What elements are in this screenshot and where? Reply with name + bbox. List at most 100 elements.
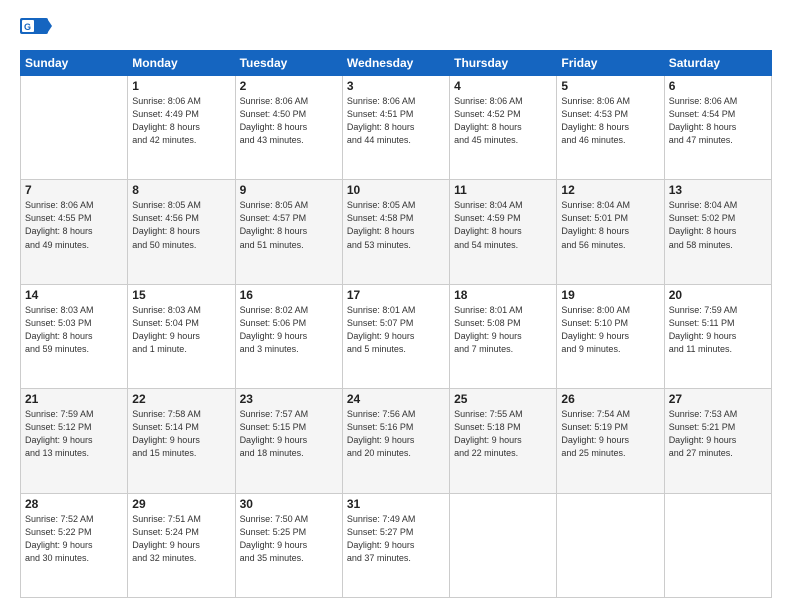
- calendar-cell: [450, 493, 557, 597]
- day-number: 14: [25, 288, 123, 302]
- calendar-cell: 12 Sunrise: 8:04 AMSunset: 5:01 PMDayligh…: [557, 180, 664, 284]
- calendar-cell: 9 Sunrise: 8:05 AMSunset: 4:57 PMDaylight…: [235, 180, 342, 284]
- day-info: Sunrise: 8:06 AMSunset: 4:51 PMDaylight:…: [347, 95, 445, 147]
- day-number: 2: [240, 79, 338, 93]
- calendar-cell: 17Sunrise: 8:01 AMSunset: 5:07 PMDayligh…: [342, 284, 449, 388]
- day-info: Sunrise: 7:49 AMSunset: 5:27 PMDaylight:…: [347, 513, 445, 565]
- day-number: 26: [561, 392, 659, 406]
- day-info: Sunrise: 8:06 AMSunset: 4:52 PMDaylight:…: [454, 95, 552, 147]
- calendar-cell: 24Sunrise: 7:56 AMSunset: 5:16 PMDayligh…: [342, 389, 449, 493]
- day-number: 24: [347, 392, 445, 406]
- day-info: Sunrise: 7:55 AMSunset: 5:18 PMDaylight:…: [454, 408, 552, 460]
- day-info: Sunrise: 8:05 AMSunset: 4:57 PMDaylight:…: [240, 199, 338, 251]
- calendar-week-row: 1 Sunrise: 8:06 AMSunset: 4:49 PMDaylight…: [21, 76, 772, 180]
- day-info: Sunrise: 7:53 AMSunset: 5:21 PMDaylight:…: [669, 408, 767, 460]
- logo-icon: G: [20, 18, 52, 40]
- day-number: 9: [240, 183, 338, 197]
- weekday-header: Wednesday: [342, 51, 449, 76]
- weekday-header: Saturday: [664, 51, 771, 76]
- day-info: Sunrise: 7:57 AMSunset: 5:15 PMDaylight:…: [240, 408, 338, 460]
- weekday-header: Monday: [128, 51, 235, 76]
- day-number: 4: [454, 79, 552, 93]
- calendar-cell: 13 Sunrise: 8:04 AMSunset: 5:02 PMDayligh…: [664, 180, 771, 284]
- calendar-cell: 10Sunrise: 8:05 AMSunset: 4:58 PMDayligh…: [342, 180, 449, 284]
- day-number: 23: [240, 392, 338, 406]
- calendar-cell: 26Sunrise: 7:54 AMSunset: 5:19 PMDayligh…: [557, 389, 664, 493]
- day-info: Sunrise: 8:04 AMSunset: 4:59 PMDaylight:…: [454, 199, 552, 251]
- calendar-table: SundayMondayTuesdayWednesdayThursdayFrid…: [20, 50, 772, 598]
- calendar-cell: 8 Sunrise: 8:05 AMSunset: 4:56 PMDaylight…: [128, 180, 235, 284]
- calendar-week-row: 21 Sunrise: 7:59 AMSunset: 5:12 PMDayligh…: [21, 389, 772, 493]
- calendar-cell: 15 Sunrise: 8:03 AMSunset: 5:04 PMDayligh…: [128, 284, 235, 388]
- day-number: 11: [454, 183, 552, 197]
- day-info: Sunrise: 8:06 AMSunset: 4:55 PMDaylight:…: [25, 199, 123, 251]
- day-number: 25: [454, 392, 552, 406]
- calendar-cell: 3 Sunrise: 8:06 AMSunset: 4:51 PMDaylight…: [342, 76, 449, 180]
- calendar-cell: 18Sunrise: 8:01 AMSunset: 5:08 PMDayligh…: [450, 284, 557, 388]
- day-number: 3: [347, 79, 445, 93]
- day-number: 19: [561, 288, 659, 302]
- day-number: 27: [669, 392, 767, 406]
- day-number: 8: [132, 183, 230, 197]
- day-info: Sunrise: 8:02 AMSunset: 5:06 PMDaylight:…: [240, 304, 338, 356]
- calendar-cell: 2 Sunrise: 8:06 AMSunset: 4:50 PMDaylight…: [235, 76, 342, 180]
- day-info: Sunrise: 8:05 AMSunset: 4:56 PMDaylight:…: [132, 199, 230, 251]
- day-info: Sunrise: 8:01 AMSunset: 5:08 PMDaylight:…: [454, 304, 552, 356]
- day-number: 30: [240, 497, 338, 511]
- calendar-cell: 28Sunrise: 7:52 AMSunset: 5:22 PMDayligh…: [21, 493, 128, 597]
- day-info: Sunrise: 8:06 AMSunset: 4:49 PMDaylight:…: [132, 95, 230, 147]
- calendar-cell: 1 Sunrise: 8:06 AMSunset: 4:49 PMDaylight…: [128, 76, 235, 180]
- calendar-cell: 5Sunrise: 8:06 AMSunset: 4:53 PMDaylight…: [557, 76, 664, 180]
- day-number: 12: [561, 183, 659, 197]
- day-number: 21: [25, 392, 123, 406]
- day-number: 17: [347, 288, 445, 302]
- calendar-cell: [557, 493, 664, 597]
- calendar-cell: 19Sunrise: 8:00 AMSunset: 5:10 PMDayligh…: [557, 284, 664, 388]
- day-number: 1: [132, 79, 230, 93]
- weekday-header: Thursday: [450, 51, 557, 76]
- day-info: Sunrise: 8:04 AMSunset: 5:01 PMDaylight:…: [561, 199, 659, 251]
- day-number: 29: [132, 497, 230, 511]
- calendar-cell: 6Sunrise: 8:06 AMSunset: 4:54 PMDaylight…: [664, 76, 771, 180]
- calendar-cell: 11 Sunrise: 8:04 AMSunset: 4:59 PMDayligh…: [450, 180, 557, 284]
- calendar-cell: 29 Sunrise: 7:51 AMSunset: 5:24 PMDayligh…: [128, 493, 235, 597]
- logo: G: [20, 18, 56, 40]
- calendar-cell: 7Sunrise: 8:06 AMSunset: 4:55 PMDaylight…: [21, 180, 128, 284]
- calendar-week-row: 28Sunrise: 7:52 AMSunset: 5:22 PMDayligh…: [21, 493, 772, 597]
- day-info: Sunrise: 7:50 AMSunset: 5:25 PMDaylight:…: [240, 513, 338, 565]
- calendar-cell: 21 Sunrise: 7:59 AMSunset: 5:12 PMDayligh…: [21, 389, 128, 493]
- calendar-cell: 27 Sunrise: 7:53 AMSunset: 5:21 PMDayligh…: [664, 389, 771, 493]
- day-number: 20: [669, 288, 767, 302]
- header-row: SundayMondayTuesdayWednesdayThursdayFrid…: [21, 51, 772, 76]
- day-info: Sunrise: 8:04 AMSunset: 5:02 PMDaylight:…: [669, 199, 767, 251]
- calendar-week-row: 7Sunrise: 8:06 AMSunset: 4:55 PMDaylight…: [21, 180, 772, 284]
- day-number: 5: [561, 79, 659, 93]
- day-info: Sunrise: 7:59 AMSunset: 5:11 PMDaylight:…: [669, 304, 767, 356]
- day-info: Sunrise: 8:06 AMSunset: 4:50 PMDaylight:…: [240, 95, 338, 147]
- day-info: Sunrise: 7:51 AMSunset: 5:24 PMDaylight:…: [132, 513, 230, 565]
- calendar-cell: [21, 76, 128, 180]
- day-number: 15: [132, 288, 230, 302]
- day-info: Sunrise: 8:06 AMSunset: 4:54 PMDaylight:…: [669, 95, 767, 147]
- calendar-cell: 20 Sunrise: 7:59 AMSunset: 5:11 PMDayligh…: [664, 284, 771, 388]
- day-number: 13: [669, 183, 767, 197]
- day-number: 31: [347, 497, 445, 511]
- calendar-cell: 22Sunrise: 7:58 AMSunset: 5:14 PMDayligh…: [128, 389, 235, 493]
- calendar-cell: 14 Sunrise: 8:03 AMSunset: 5:03 PMDayligh…: [21, 284, 128, 388]
- calendar-cell: 16Sunrise: 8:02 AMSunset: 5:06 PMDayligh…: [235, 284, 342, 388]
- calendar-cell: 31 Sunrise: 7:49 AMSunset: 5:27 PMDayligh…: [342, 493, 449, 597]
- calendar-cell: 4 Sunrise: 8:06 AMSunset: 4:52 PMDaylight…: [450, 76, 557, 180]
- day-number: 28: [25, 497, 123, 511]
- svg-text:G: G: [24, 22, 31, 32]
- header: G: [20, 18, 772, 40]
- day-info: Sunrise: 7:59 AMSunset: 5:12 PMDaylight:…: [25, 408, 123, 460]
- weekday-header: Friday: [557, 51, 664, 76]
- day-info: Sunrise: 8:03 AMSunset: 5:04 PMDaylight:…: [132, 304, 230, 356]
- day-number: 10: [347, 183, 445, 197]
- day-info: Sunrise: 8:03 AMSunset: 5:03 PMDaylight:…: [25, 304, 123, 356]
- weekday-header: Sunday: [21, 51, 128, 76]
- weekday-header: Tuesday: [235, 51, 342, 76]
- calendar-cell: 30 Sunrise: 7:50 AMSunset: 5:25 PMDayligh…: [235, 493, 342, 597]
- calendar-week-row: 14 Sunrise: 8:03 AMSunset: 5:03 PMDayligh…: [21, 284, 772, 388]
- day-number: 22: [132, 392, 230, 406]
